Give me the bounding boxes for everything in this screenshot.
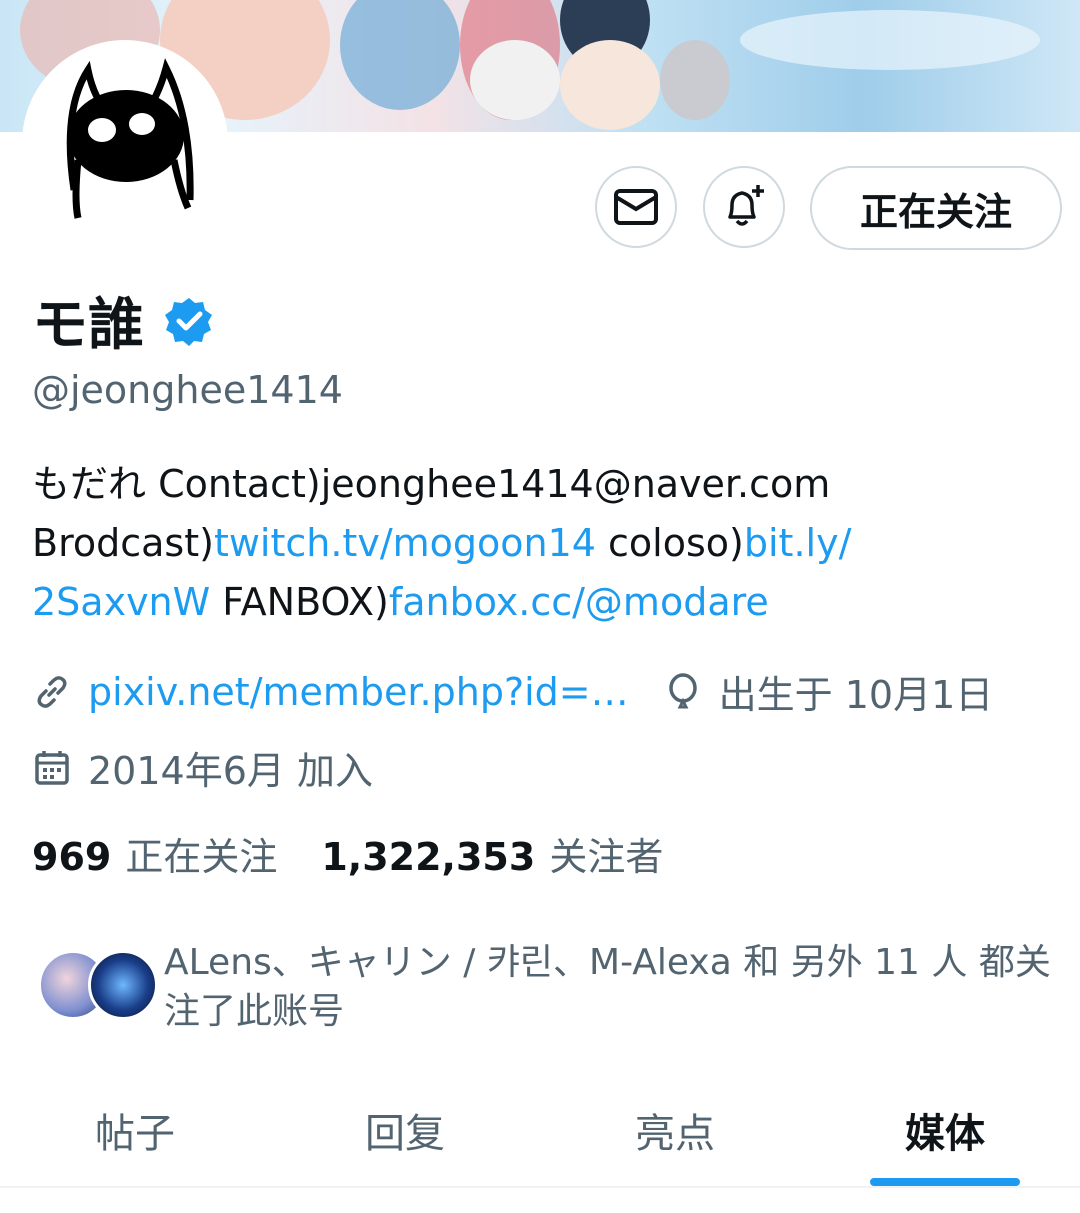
tab-label: 亮点 [635, 1111, 715, 1157]
followed-by-text: ALens、キャリン / 캬린、M-Alexa 和 另外 11 人 都关 注了此… [164, 938, 1064, 1036]
avatar-creature-image [66, 58, 194, 219]
active-tab-indicator [870, 1178, 1020, 1186]
bio-line-2: Brodcast)twitch.tv/mogoon14 coloso)bit.l… [32, 514, 1052, 573]
bitly-link[interactable]: bit.ly/ [744, 521, 852, 565]
bio-line-1: もだれ Contact)jeonghee1414@naver.com [32, 462, 831, 506]
verified-badge-icon[interactable] [164, 296, 214, 346]
tab-label: 媒体 [905, 1111, 985, 1157]
avatar [88, 950, 158, 1020]
envelope-icon [614, 189, 658, 225]
display-name: モ誰 [32, 293, 144, 358]
website-link[interactable]: pixiv.net/member.php?id=… [88, 670, 629, 714]
followers-count-label: 关注者 [549, 835, 664, 879]
tab-media[interactable]: 媒体 [810, 1080, 1080, 1188]
joined-date: 2014年6月 加入 [88, 749, 373, 793]
profile-avatar[interactable] [22, 40, 228, 246]
tab-posts[interactable]: 帖子 [0, 1080, 270, 1188]
followed-by-avatars [38, 950, 158, 1020]
message-button[interactable] [595, 166, 677, 248]
tabs-divider [0, 1186, 1080, 1188]
bitly-link-cont[interactable]: 2SaxvnW [32, 580, 210, 624]
followers-count-value: 1,322,353 [321, 835, 536, 879]
following-count[interactable]: 969 正在关注 [32, 826, 277, 881]
tab-highlights[interactable]: 亮点 [540, 1080, 810, 1188]
bio-text: coloso) [595, 521, 744, 565]
balloon-icon [663, 672, 703, 712]
following-count-label: 正在关注 [125, 835, 278, 879]
following-count-value: 969 [32, 835, 112, 879]
followed-by-line-1: ALens、キャリン / 캬린、M-Alexa 和 另外 11 人 都关 [164, 942, 1051, 983]
bell-plus-icon [728, 185, 764, 226]
profile-meta-row-1: pixiv.net/member.php?id=… 出生于 10月1日 [32, 664, 993, 719]
followed-by-line-2: 注了此账号 [164, 991, 345, 1032]
profile-meta-row-2: 2014年6月 加入 [32, 740, 373, 795]
notify-button[interactable] [703, 166, 785, 248]
display-name-row: モ誰 [32, 280, 214, 361]
bio-text: Brodcast) [32, 521, 214, 565]
tab-label: 帖子 [95, 1111, 175, 1157]
followed-by-section[interactable]: ALens、キャリン / 캬린、M-Alexa 和 另外 11 人 都关 注了此… [38, 938, 1068, 1038]
twitch-link[interactable]: twitch.tv/mogoon14 [214, 521, 596, 565]
profile-page: 正在关注 モ誰 @jeonghee1414 もだれ Contact)jeongh… [0, 0, 1080, 1213]
profile-tabs: 帖子 回复 亮点 媒体 [0, 1080, 1080, 1188]
profile-bio: もだれ Contact)jeonghee1414@naver.com Brodc… [32, 455, 1052, 632]
calendar-icon [32, 748, 72, 788]
followers-count[interactable]: 1,322,353 关注者 [321, 826, 663, 881]
following-button[interactable]: 正在关注 [810, 166, 1062, 250]
birthday-text: 出生于 10月1日 [718, 673, 994, 717]
link-icon [32, 672, 72, 712]
username-handle: @jeonghee1414 [32, 368, 343, 412]
tab-label: 回复 [365, 1111, 445, 1157]
bio-line-3: 2SaxvnW FANBOX)fanbox.cc/@modare [32, 573, 1052, 632]
fanbox-link[interactable]: fanbox.cc/@modare [389, 580, 769, 624]
follow-counts: 969 正在关注 1,322,353 关注者 [32, 826, 663, 881]
bio-text: FANBOX) [210, 580, 389, 624]
tab-replies[interactable]: 回复 [270, 1080, 540, 1188]
